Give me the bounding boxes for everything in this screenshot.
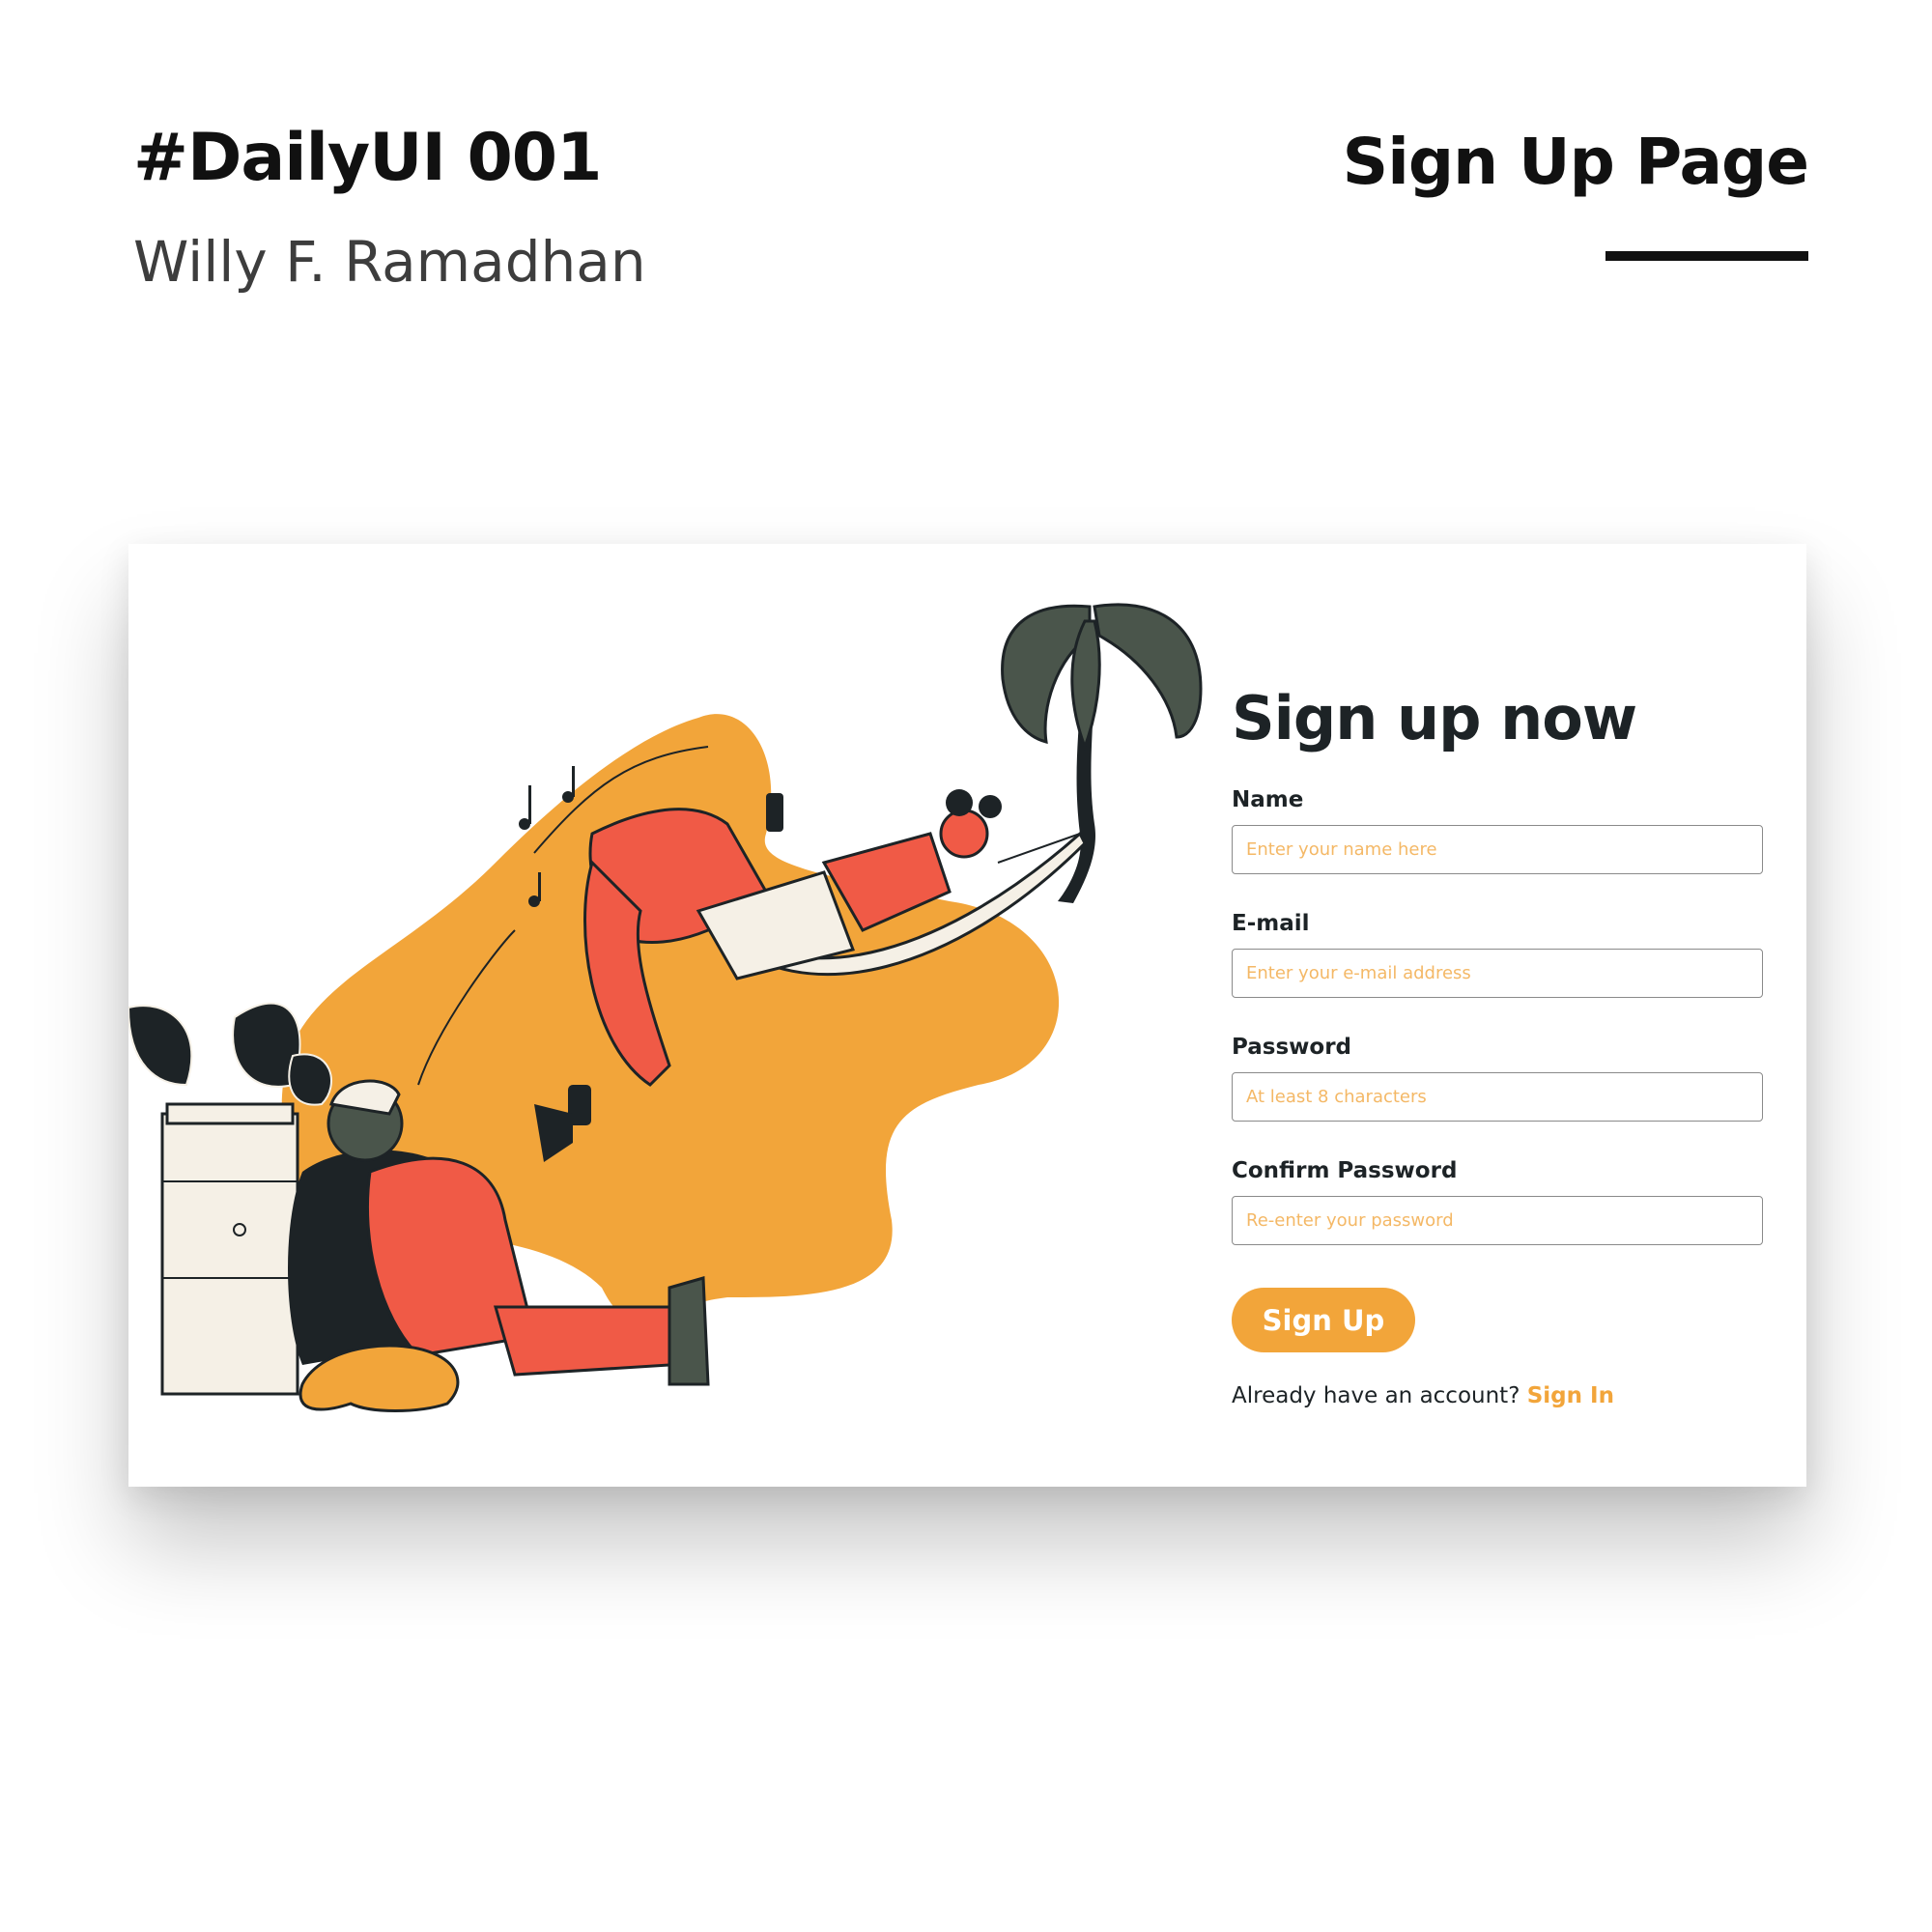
name-field-group: Name <box>1232 787 1763 874</box>
sign-in-link[interactable]: Sign In <box>1527 1383 1614 1408</box>
confirm-password-field-group: Confirm Password <box>1232 1158 1763 1245</box>
name-label: Name <box>1232 787 1304 812</box>
email-field-group: E-mail <box>1232 911 1763 998</box>
name-input[interactable] <box>1232 825 1763 874</box>
signup-form: Sign up now Name E-mail Password Confirm… <box>1232 689 1763 1408</box>
palm-leaves <box>1001 603 1203 752</box>
sign-up-button[interactable]: Sign Up <box>1232 1288 1415 1352</box>
orange-drop <box>807 1100 841 1123</box>
header-right: Sign Up Page <box>1342 125 1809 261</box>
author-name: Willy F. Ramadhan <box>133 229 646 295</box>
sign-in-prompt: Already have an account? Sign In <box>1232 1383 1763 1408</box>
plant <box>128 1002 332 1106</box>
password-input[interactable] <box>1232 1072 1763 1122</box>
page-title: Sign Up Page <box>1342 125 1809 199</box>
drawer-cabinet <box>160 1112 299 1396</box>
email-input[interactable] <box>1232 949 1763 998</box>
password-label: Password <box>1232 1035 1351 1060</box>
relaxing-people-illustration <box>128 603 1203 1412</box>
signup-card: Sign up now Name E-mail Password Confirm… <box>128 544 1806 1487</box>
email-label: E-mail <box>1232 911 1310 936</box>
header-left: #DailyUI 001 Willy F. Ramadhan <box>133 120 646 295</box>
password-field-group: Password <box>1232 1035 1763 1122</box>
daily-ui-title: #DailyUI 001 <box>133 120 602 196</box>
form-heading: Sign up now <box>1232 683 1637 753</box>
title-underline <box>1605 251 1808 261</box>
confirm-password-label: Confirm Password <box>1232 1158 1458 1183</box>
sign-in-prompt-text: Already have an account? <box>1232 1383 1520 1408</box>
confirm-password-input[interactable] <box>1232 1196 1763 1245</box>
